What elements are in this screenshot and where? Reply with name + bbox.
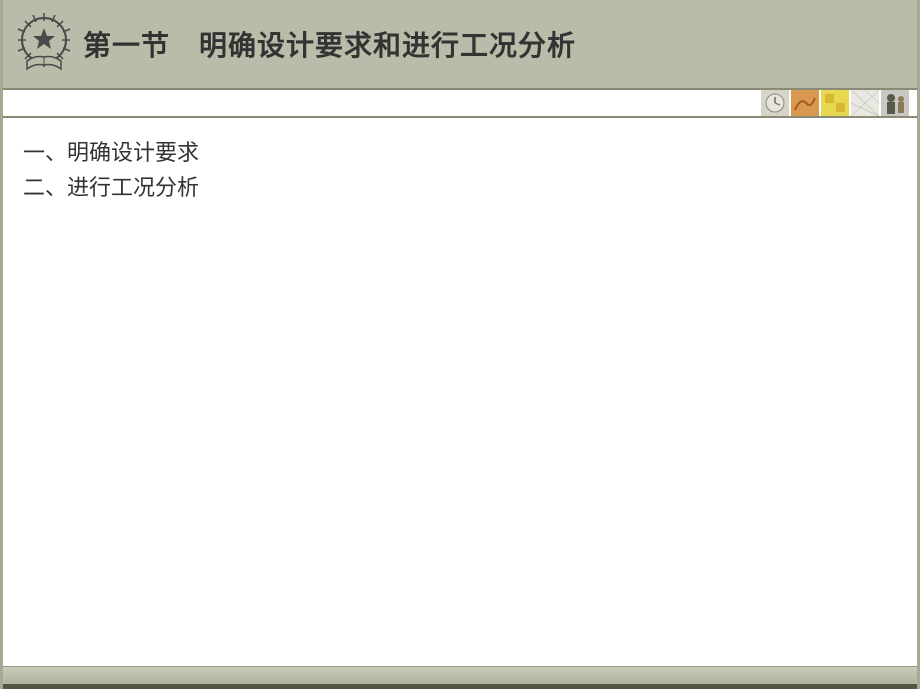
people-icon: [881, 90, 909, 116]
bottom-border: [3, 684, 917, 689]
gear-star-book-emblem-icon: [13, 13, 75, 75]
icon-strip: [761, 90, 909, 116]
presentation-slide: 第一节 明确设计要求和进行工况分析: [0, 0, 920, 689]
bullet-item: 二、进行工况分析: [23, 171, 897, 204]
puzzle-icon: [821, 90, 849, 116]
slide-header: 第一节 明确设计要求和进行工况分析: [3, 0, 917, 88]
slide-content: 一、明确设计要求 二、进行工况分析: [3, 118, 917, 666]
slide-footer: [3, 666, 917, 684]
clock-icon: [761, 90, 789, 116]
divider-bar: [3, 88, 917, 118]
slide-title: 第一节 明确设计要求和进行工况分析: [83, 24, 576, 64]
abstract-icon: [791, 90, 819, 116]
grid-icon: [851, 90, 879, 116]
bullet-item: 一、明确设计要求: [23, 136, 897, 169]
